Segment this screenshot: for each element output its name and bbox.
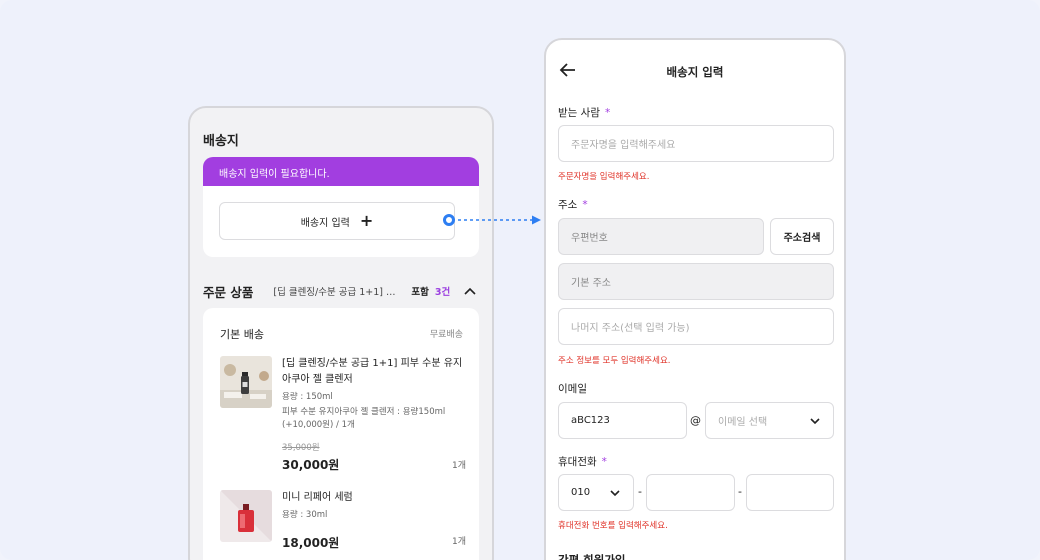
shipping-notice-bar: 배송지 입력이 필요합니다. [203, 157, 479, 186]
address-error: 주소 정보를 모두 입력해주세요. [558, 356, 671, 366]
phone-middle-input[interactable] [646, 474, 735, 511]
required-mark: * [601, 456, 607, 468]
shipping-fee-label: 무료배송 [429, 330, 463, 340]
order-products-summary: [딥 클렌징/수분 공급 1+1] 피... [273, 287, 402, 298]
product-quantity: 1개 [451, 461, 466, 471]
product-info: [딥 클렌징/수분 공급 1+1] 피부 수분 유지 아쿠아 젤 클렌저 용량 … [282, 356, 466, 473]
product-info: 미니 리페어 세럼 용량 : 30ml 18,000원 [282, 490, 466, 551]
product-original-price: 35,000원 [282, 443, 320, 453]
required-mark: * [582, 199, 588, 211]
product-item: [딥 클렌징/수분 공급 1+1] 피부 수분 유지 아쿠아 젤 클렌저 용량 … [220, 356, 466, 474]
page-title: 배송지 입력 [666, 65, 724, 79]
connector-dot-icon [443, 214, 455, 226]
canvas-background: 배송지 배송지 입력이 필요합니다. 배송지 입력 + 주문 상품 [딥 클렌징… [0, 0, 1040, 560]
product-price: 18,000원 [282, 536, 340, 550]
add-address-button[interactable]: 배송지 입력 + [219, 202, 455, 240]
base-address-input[interactable]: 기본 주소 [558, 263, 834, 300]
product-option-detail: 피부 수분 유지아쿠아 젤 클렌저 : 용량150ml (+10,000원) /… [282, 407, 446, 430]
address-input-screen: 배송지 입력 받는 사람 * 주문자명을 입력해주세요 주문자명을 입력해주세요.… [544, 38, 846, 560]
chevron-down-icon [610, 489, 620, 496]
phone-prefix-select[interactable]: 010 [558, 474, 634, 511]
chevron-up-icon[interactable] [463, 284, 477, 298]
phone-dash: - [638, 485, 642, 498]
product-thumbnail-serum [220, 490, 272, 542]
product-quantity: 1개 [451, 537, 466, 547]
phone-error: 휴대전화 번호를 입력해주세요. [558, 521, 668, 531]
zipcode-input[interactable]: 우편번호 [558, 218, 764, 255]
address-label: 주소 * [558, 199, 588, 211]
phone-label: 휴대전화 * [558, 456, 607, 468]
shipping-notice-text: 배송지 입력이 필요합니다. [219, 169, 330, 180]
phone-last-input[interactable] [746, 474, 834, 511]
product-option: 용량 : 150ml [282, 392, 333, 402]
recipient-label: 받는 사람 * [558, 107, 611, 119]
checkout-screen: 배송지 배송지 입력이 필요합니다. 배송지 입력 + 주문 상품 [딥 클렌징… [188, 106, 494, 560]
phone-dash: - [738, 485, 742, 498]
shipping-type-label: 기본 배송 [220, 328, 264, 341]
product-price: 30,000원 [282, 458, 340, 472]
shipping-notice-card: 배송지 입력이 필요합니다. 배송지 입력 + [203, 157, 479, 257]
email-domain-select[interactable]: 이메일 선택 [705, 402, 834, 439]
product-item: 미니 리페어 세럼 용량 : 30ml 18,000원 1개 [220, 490, 466, 554]
order-include-label: 포함 [411, 287, 429, 298]
add-address-label: 배송지 입력 [300, 217, 350, 229]
plus-icon: + [359, 211, 374, 230]
order-products-title: 주문 상품 [203, 284, 254, 300]
recipient-error: 주문자명을 입력해주세요. [558, 172, 650, 182]
shipping-section-title: 배송지 [203, 134, 239, 149]
product-option: 용량 : 30ml [282, 510, 328, 520]
recipient-input[interactable]: 주문자명을 입력해주세요 [558, 125, 834, 162]
detail-address-input[interactable]: 나머지 주소(선택 입력 가능) [558, 308, 834, 345]
product-name: 미니 리페어 세럼 [282, 492, 353, 503]
email-id-input[interactable]: aBC123 [558, 402, 687, 439]
email-label: 이메일 [558, 383, 587, 395]
simple-signup-title: 간편 회원가입 [558, 553, 626, 560]
required-mark: * [604, 107, 611, 119]
flow-arrow-icon [458, 215, 541, 225]
address-search-button[interactable]: 주소검색 [770, 218, 834, 255]
chevron-down-icon [810, 417, 820, 424]
email-at-sign: @ [690, 414, 701, 427]
order-items-card: 기본 배송 무료배송 [딥 클렌징/수분 공급 1+1] 피부 수분 유지 아쿠… [203, 308, 479, 560]
product-name: [딥 클렌징/수분 공급 1+1] 피부 수분 유지 아쿠아 젤 클렌저 [282, 358, 463, 385]
order-count-badge: 3건 [434, 287, 451, 298]
order-products-header[interactable]: 주문 상품 [딥 클렌징/수분 공급 1+1] 피... 포함 3건 [203, 280, 479, 302]
product-thumbnail-cleanser [220, 356, 272, 408]
